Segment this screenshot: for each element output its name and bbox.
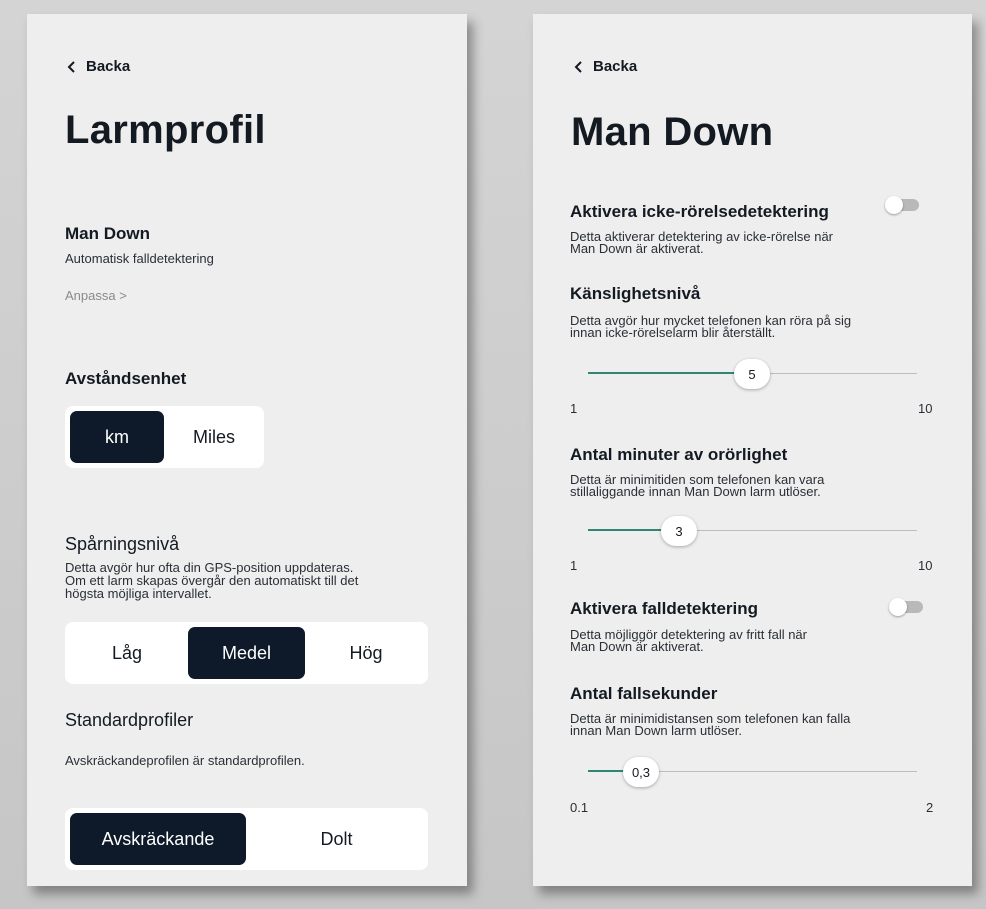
tracking-description-3: högsta möjliga intervallet. bbox=[65, 586, 212, 601]
fall-seconds-description-2: innan Man Down larm utlöser. bbox=[570, 723, 742, 738]
slider-fill bbox=[588, 372, 736, 374]
back-button[interactable]: Backa bbox=[67, 58, 130, 75]
man-down-subtitle: Automatisk falldetektering bbox=[65, 251, 214, 266]
no-motion-heading: Aktivera icke-rörelsedetektering bbox=[570, 202, 829, 221]
slider-fill bbox=[588, 529, 663, 531]
man-down-heading: Man Down bbox=[65, 224, 150, 243]
page-title: Man Down bbox=[571, 110, 774, 154]
profile-hidden-option[interactable]: Dolt bbox=[250, 813, 423, 865]
fall-seconds-heading: Antal fallsekunder bbox=[570, 684, 718, 703]
fall-detection-description-2: Man Down är aktiverat. bbox=[570, 639, 704, 654]
tracking-heading: Spårningsnivå bbox=[65, 534, 180, 554]
still-minutes-min-label: 1 bbox=[570, 558, 578, 573]
no-motion-description-2: Man Down är aktiverat. bbox=[570, 241, 704, 256]
standard-profiles-heading: Standardprofiler bbox=[65, 710, 194, 730]
chevron-left-icon bbox=[67, 60, 75, 73]
back-label: Backa bbox=[86, 58, 131, 75]
tracking-medium-option[interactable]: Medel bbox=[188, 627, 305, 679]
profile-deterrent-option[interactable]: Avskräckande bbox=[70, 813, 246, 865]
slider-fill bbox=[588, 770, 625, 772]
unit-km-option[interactable]: km bbox=[70, 411, 164, 463]
fall-seconds-max-label: 2 bbox=[926, 800, 934, 815]
still-minutes-description-2: stillaliggande innan Man Down larm utlös… bbox=[570, 484, 821, 499]
sensitivity-min-label: 1 bbox=[570, 401, 578, 416]
distance-unit-selector: km Miles bbox=[65, 406, 264, 468]
sensitivity-description-2: innan icke-rörelselarm blir återställt. bbox=[570, 325, 776, 340]
tracking-low-option[interactable]: Låg bbox=[70, 627, 184, 679]
slider-thumb[interactable]: 5 bbox=[734, 359, 770, 389]
back-label: Backa bbox=[593, 58, 638, 75]
fall-detection-heading: Aktivera falldetektering bbox=[570, 599, 759, 618]
man-down-screen: Backa Man Down Aktivera icke-rörelsedete… bbox=[533, 14, 972, 886]
unit-miles-option[interactable]: Miles bbox=[169, 411, 259, 463]
tracking-high-option[interactable]: Hög bbox=[309, 627, 423, 679]
tracking-level-selector: Låg Medel Hög bbox=[65, 622, 428, 684]
fall-seconds-min-label: 0.1 bbox=[570, 800, 589, 815]
sensitivity-heading: Känslighetsnivå bbox=[570, 284, 701, 303]
customize-link[interactable]: Anpassa > bbox=[65, 288, 127, 303]
slider-thumb[interactable]: 0,3 bbox=[623, 757, 659, 787]
toggle-knob bbox=[885, 196, 903, 214]
no-motion-toggle[interactable] bbox=[885, 196, 919, 214]
larmprofil-screen: Backa Larmprofil Man Down Automatisk fal… bbox=[27, 14, 467, 886]
standard-profile-selector: Avskräckande Dolt bbox=[65, 808, 428, 870]
toggle-knob bbox=[889, 598, 907, 616]
sensitivity-slider[interactable]: 5 bbox=[588, 359, 917, 389]
back-button[interactable]: Backa bbox=[574, 58, 637, 75]
still-minutes-max-label: 10 bbox=[918, 558, 933, 573]
still-minutes-heading: Antal minuter av orörlighet bbox=[570, 445, 788, 464]
slider-thumb[interactable]: 3 bbox=[661, 516, 697, 546]
fall-detection-toggle[interactable] bbox=[889, 598, 923, 616]
sensitivity-max-label: 10 bbox=[918, 401, 933, 416]
distance-unit-heading: Avståndsenhet bbox=[65, 369, 187, 388]
chevron-left-icon bbox=[574, 60, 582, 73]
still-minutes-slider[interactable]: 3 bbox=[588, 516, 917, 546]
fall-seconds-slider[interactable]: 0,3 bbox=[588, 757, 917, 787]
page-title: Larmprofil bbox=[65, 108, 266, 152]
standard-profiles-description: Avskräckandeprofilen är standardprofilen… bbox=[65, 753, 305, 768]
